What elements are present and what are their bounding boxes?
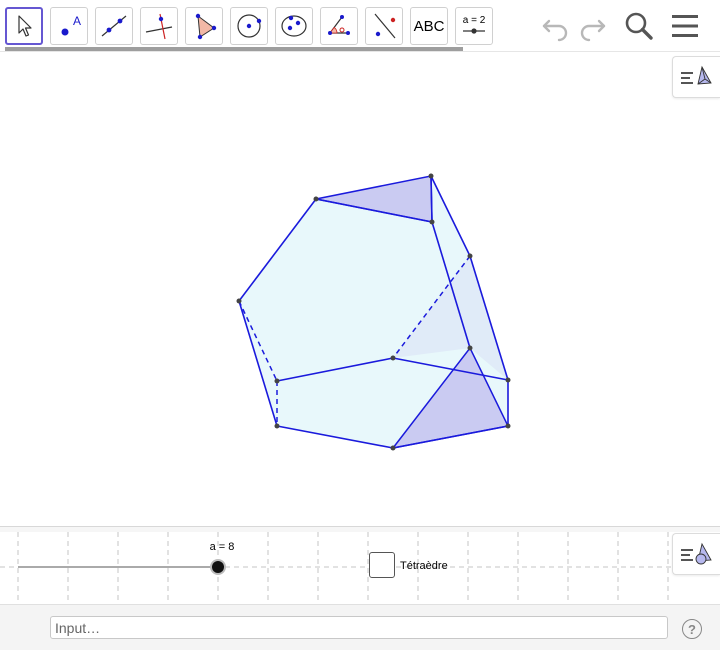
search-icon [625,12,653,40]
graphics-view[interactable] [0,52,720,526]
redo-icon [580,19,606,42]
vertex[interactable] [274,378,280,384]
tetrahedron-checkbox-label: Tétraèdre [400,560,448,572]
move-tool-button[interactable] [5,7,43,45]
input-field[interactable] [50,616,668,639]
help-button[interactable]: ? [682,619,702,639]
vertex[interactable] [429,219,435,225]
text-tool-label: ABC [413,17,445,35]
grid [0,532,720,604]
help-icon: ? [688,621,696,637]
point-tool-button[interactable]: A [50,7,88,45]
vertex[interactable] [274,423,280,429]
slider-handle[interactable] [212,561,224,573]
vertex[interactable] [428,173,434,179]
reflect-tool-button[interactable] [365,7,403,45]
line-through-points-icon [101,15,127,37]
vertex[interactable] [390,445,396,451]
reflect-point-line-icon [374,13,396,39]
ellipse-icon [281,15,307,37]
vertex[interactable] [313,196,319,202]
slider-tool-button[interactable]: a = 2 [455,7,493,45]
line-tool-button[interactable] [95,7,133,45]
angle-icon [328,15,350,35]
perpendicular-line-icon [145,13,173,40]
menu-icon [672,15,698,37]
conic-tool-button[interactable] [275,7,313,45]
search-button[interactable] [622,10,656,42]
angle-tool-button[interactable] [320,7,358,45]
tetrahedron-checkbox[interactable] [369,552,395,578]
graphics-view-2[interactable]: a = 8 Tétraèdre [0,532,720,604]
menu-button[interactable] [668,10,702,42]
point-icon: A [61,14,81,36]
vertex[interactable] [467,345,473,351]
edge[interactable] [430,175,433,223]
vertex[interactable] [467,253,473,259]
vertex[interactable] [390,355,396,361]
input-bar: ? [0,604,720,650]
vertex[interactable] [505,423,511,429]
polygon-icon [195,13,217,40]
circle-center-point-icon [237,14,262,38]
graphics2-style-bar-button[interactable] [672,533,720,575]
polygon-tool-button[interactable] [185,7,223,45]
slider-label: a = 8 [209,541,235,553]
undo-button[interactable] [538,10,572,42]
slider-tool-label: a = 2 [462,15,486,26]
graphics2-style-bar-icon [680,542,712,565]
point-tool-label: A [73,14,81,28]
vertex[interactable] [236,298,242,304]
toolbar: A ABC a = 2 [0,0,720,52]
undo-icon [542,19,568,42]
polyhedron-drawing [236,173,511,451]
arrow-cursor-icon [18,15,32,37]
vertex[interactable] [505,377,511,383]
text-tool-button[interactable]: ABC [410,7,448,45]
perpendicular-line-tool-button[interactable] [140,7,178,45]
circle-tool-button[interactable] [230,7,268,45]
redo-button[interactable] [576,10,610,42]
